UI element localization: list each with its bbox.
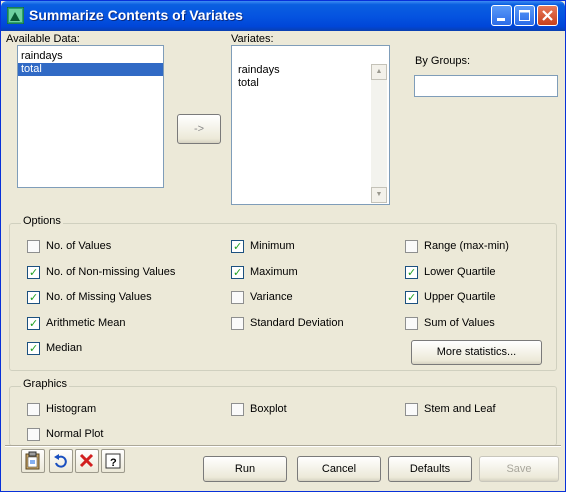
checkbox-label: Upper Quartile	[424, 291, 496, 303]
minimize-button[interactable]	[491, 5, 512, 26]
minimize-icon	[497, 18, 505, 21]
checkbox-label: Minimum	[250, 240, 295, 252]
check-mark-icon: ✓	[29, 343, 39, 355]
help-button[interactable]: ?	[101, 449, 125, 473]
footer-separator	[5, 445, 561, 447]
undo-button[interactable]	[49, 449, 73, 473]
checkbox-box[interactable]	[405, 240, 418, 253]
checkbox-box[interactable]	[405, 317, 418, 330]
checkbox-box[interactable]	[231, 291, 244, 304]
defaults-button[interactable]: Defaults	[388, 456, 472, 482]
checkbox-label: Lower Quartile	[424, 266, 496, 278]
title-bar[interactable]: Summarize Contents of Variates	[1, 1, 565, 31]
by-groups-input[interactable]	[414, 75, 558, 97]
save-button[interactable]: Save	[479, 456, 559, 482]
checkbox-label: Variance	[250, 291, 293, 303]
checkbox-box[interactable]: ✓	[231, 266, 244, 279]
cancel-button[interactable]: Cancel	[297, 456, 381, 482]
clipboard-icon	[25, 451, 40, 470]
arrow-right-icon: ->	[193, 123, 205, 135]
checkbox-box[interactable]	[27, 240, 40, 253]
check-mark-icon: ✓	[233, 241, 243, 253]
checkbox-label: Median	[46, 342, 83, 354]
check-mark-icon: ✓	[29, 318, 39, 330]
checkbox-box[interactable]: ✓	[27, 266, 40, 279]
svg-text:?: ?	[110, 457, 117, 469]
checkbox-label: Histogram	[46, 403, 97, 415]
clear-x-icon	[79, 453, 94, 468]
more-statistics-button[interactable]: More statistics...	[411, 340, 542, 365]
check-mark-icon: ✓	[407, 267, 417, 279]
check-mark-icon: ✓	[233, 267, 243, 279]
checkbox-label: No. of Non-missing Values	[46, 266, 176, 278]
close-icon	[542, 10, 553, 21]
checkbox-label: No. of Missing Values	[46, 291, 152, 303]
checkbox-box[interactable]	[231, 403, 244, 416]
undo-icon	[54, 454, 67, 468]
checkbox-label: Arithmetic Mean	[46, 317, 126, 329]
add-to-variates-button[interactable]: ->	[177, 114, 221, 144]
checkbox-box[interactable]: ✓	[405, 291, 418, 304]
checkbox-box[interactable]	[405, 403, 418, 416]
list-item-selected[interactable]: total	[18, 63, 163, 76]
checkbox-label: Maximum	[250, 266, 298, 278]
scroll-down-icon[interactable]: ▼	[371, 187, 387, 203]
checkbox-box[interactable]: ✓	[27, 317, 40, 330]
list-item[interactable]: raindays	[18, 50, 163, 63]
maximize-icon	[519, 10, 530, 21]
checkbox-box[interactable]	[27, 403, 40, 416]
run-button[interactable]: Run	[203, 456, 287, 482]
maximize-button[interactable]	[514, 5, 535, 26]
check-mark-icon: ✓	[29, 292, 39, 304]
checkbox-label: Boxplot	[250, 403, 287, 415]
checkbox-label: Normal Plot	[46, 428, 104, 440]
paste-button[interactable]	[21, 449, 45, 473]
checkbox-label: Standard Deviation	[250, 317, 344, 329]
dialog-window: Summarize Contents of Variates Available…	[0, 0, 566, 492]
options-title: Options	[21, 215, 63, 227]
checkbox-label: No. of Values	[46, 240, 112, 252]
check-mark-icon: ✓	[29, 267, 39, 279]
list-item[interactable]: total	[232, 77, 389, 90]
by-groups-label: By Groups:	[415, 55, 471, 67]
scroll-up-icon[interactable]: ▲	[371, 64, 387, 80]
available-data-list[interactable]: raindays total	[17, 45, 164, 188]
checkbox-label: Stem and Leaf	[424, 403, 496, 415]
checkbox-box[interactable]: ✓	[231, 240, 244, 253]
checkbox-box[interactable]: ✓	[27, 291, 40, 304]
variates-scrollbar[interactable]: ▲ ▼	[371, 64, 387, 203]
checkbox-box[interactable]	[231, 317, 244, 330]
variates-label: Variates:	[231, 33, 274, 45]
checkbox-box[interactable]	[27, 428, 40, 441]
graphics-title: Graphics	[21, 378, 70, 390]
variates-list[interactable]: raindays total ▲ ▼	[231, 45, 390, 205]
close-button[interactable]	[537, 5, 558, 26]
app-icon	[7, 7, 24, 24]
list-item[interactable]: raindays	[232, 64, 389, 77]
window-title: Summarize Contents of Variates	[29, 7, 243, 23]
available-data-label: Available Data:	[6, 33, 80, 45]
help-icon: ?	[105, 453, 121, 469]
checkbox-box[interactable]: ✓	[27, 342, 40, 355]
clear-button[interactable]	[75, 449, 99, 473]
checkbox-label: Range (max-min)	[424, 240, 509, 252]
checkbox-label: Sum of Values	[424, 317, 495, 329]
check-mark-icon: ✓	[407, 292, 417, 304]
checkbox-box[interactable]: ✓	[405, 266, 418, 279]
